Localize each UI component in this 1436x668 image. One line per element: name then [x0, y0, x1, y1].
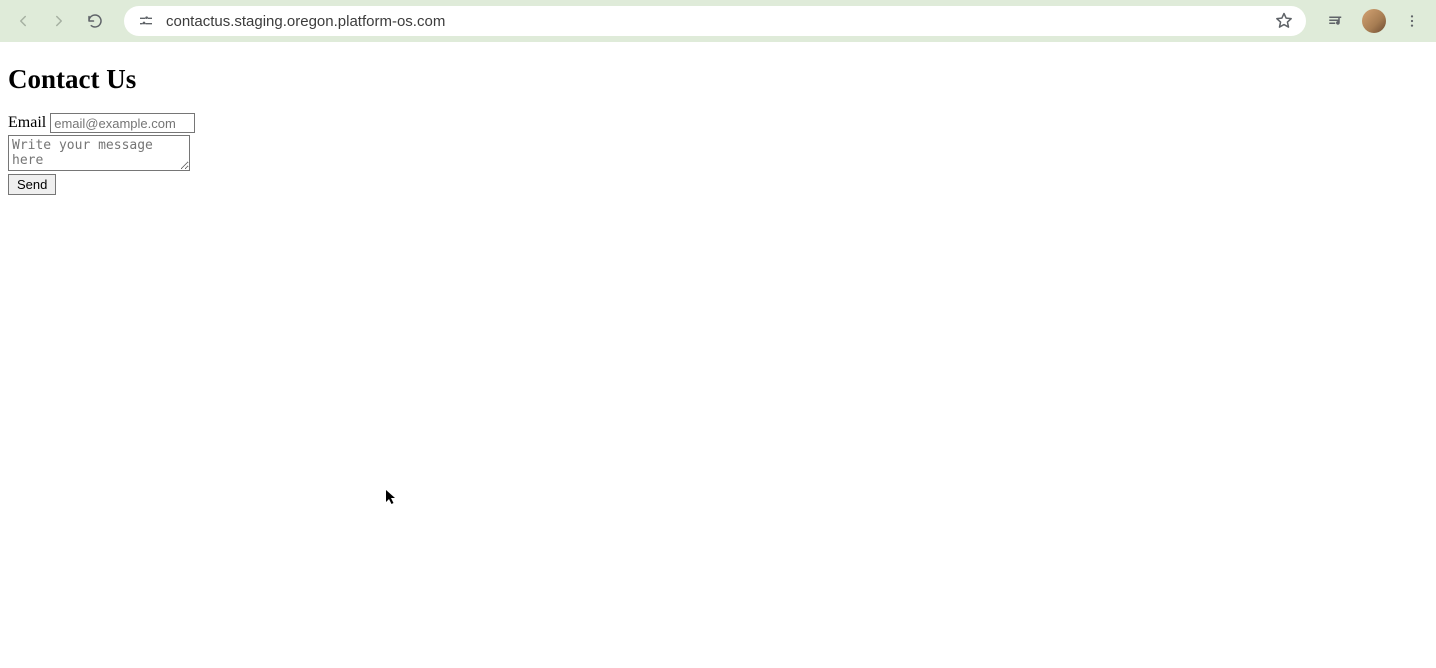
- send-button[interactable]: Send: [8, 174, 56, 195]
- reload-button[interactable]: [86, 12, 104, 30]
- media-control-button[interactable]: [1326, 11, 1346, 31]
- star-icon: [1274, 11, 1294, 31]
- profile-avatar[interactable]: [1362, 9, 1386, 33]
- arrow-right-icon: [50, 12, 68, 30]
- back-button[interactable]: [14, 12, 32, 30]
- arrow-left-icon: [14, 12, 32, 30]
- dots-vertical-icon: [1404, 13, 1420, 29]
- nav-buttons: [10, 12, 104, 30]
- browser-menu-button[interactable]: [1402, 11, 1422, 31]
- page-title: Contact Us: [8, 64, 1428, 95]
- playlist-icon: [1327, 12, 1345, 30]
- reload-icon: [86, 12, 104, 30]
- page-body: Contact Us Email Send: [0, 42, 1436, 203]
- browser-right-controls: [1326, 9, 1426, 33]
- email-label: Email: [8, 114, 46, 132]
- address-bar[interactable]: contactus.staging.oregon.platform-os.com: [124, 6, 1306, 36]
- tune-icon: [138, 13, 154, 29]
- site-info-button[interactable]: [136, 13, 156, 29]
- message-textarea[interactable]: [8, 135, 190, 171]
- bookmark-button[interactable]: [1274, 11, 1294, 31]
- browser-toolbar: contactus.staging.oregon.platform-os.com: [0, 0, 1436, 42]
- forward-button[interactable]: [50, 12, 68, 30]
- mouse-cursor-icon: [386, 490, 398, 506]
- email-row: Email: [8, 113, 1428, 133]
- email-input[interactable]: [50, 113, 195, 133]
- url-text: contactus.staging.oregon.platform-os.com: [166, 13, 1264, 30]
- contact-form: Email Send: [8, 113, 1428, 195]
